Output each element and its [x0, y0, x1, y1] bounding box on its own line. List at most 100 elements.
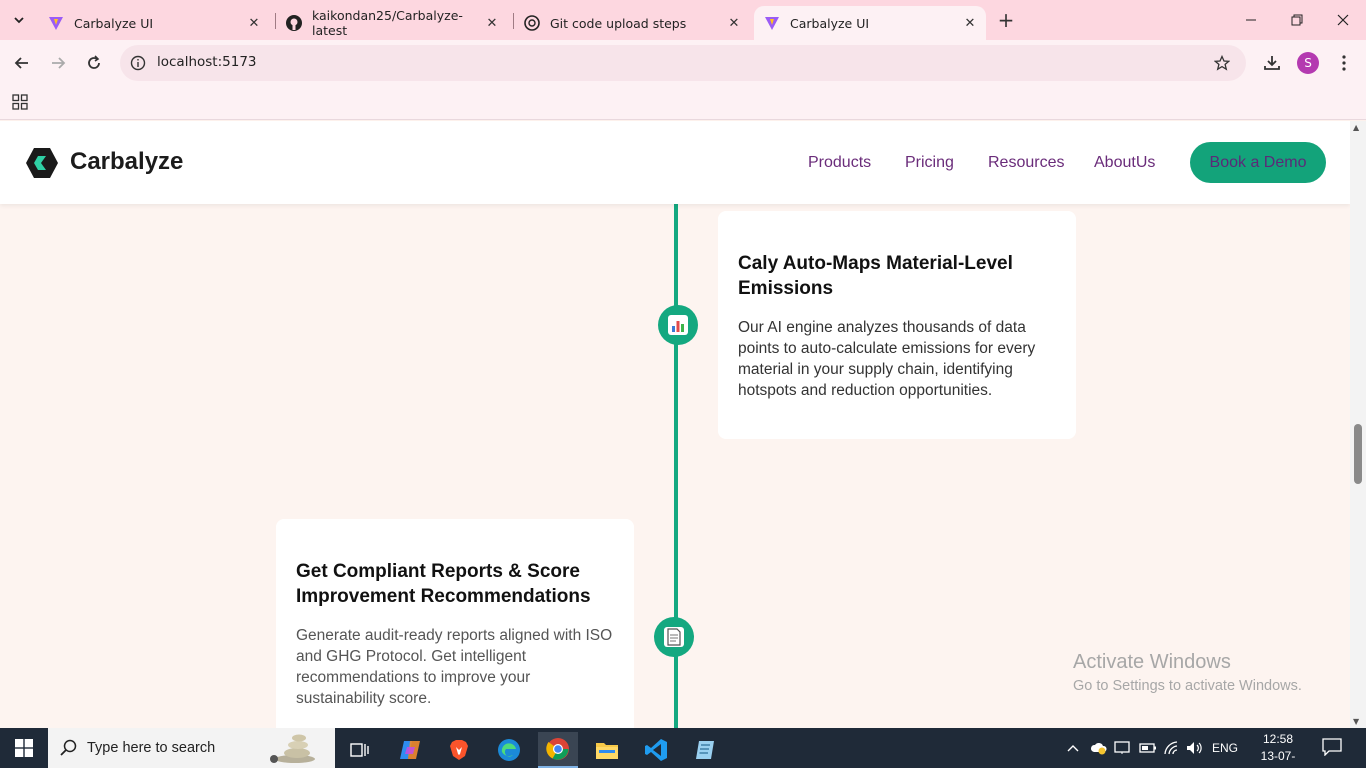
site-info-icon[interactable]: [128, 53, 148, 73]
bookmarks-bar: [0, 86, 1366, 120]
tab-title: Carbalyze UI: [74, 15, 154, 31]
clock-time: 12:58: [1262, 732, 1294, 746]
copilot-button[interactable]: [390, 732, 430, 768]
battery-tray-icon[interactable]: [1139, 728, 1157, 768]
browser-menu-button[interactable]: [1331, 50, 1357, 76]
card-title: Get Compliant Reports & Score Improvemen…: [296, 561, 591, 607]
close-icon: [1337, 14, 1349, 26]
close-tab-icon[interactable]: ✕: [484, 15, 500, 31]
watermark-subtitle: Go to Settings to activate Windows.: [1073, 678, 1302, 694]
vite-icon: [48, 15, 64, 31]
edge-browser-button[interactable]: [489, 732, 529, 768]
downloads-button[interactable]: [1259, 50, 1285, 76]
book-demo-button[interactable]: Book a Demo: [1190, 142, 1326, 183]
speaker-icon: [1187, 742, 1202, 754]
browser-tab-4-active[interactable]: Carbalyze UI ✕: [754, 6, 986, 40]
copilot-icon: [400, 741, 420, 759]
taskbar-clock[interactable]: 12:58 13-07-2025: [1250, 731, 1306, 768]
brand-name[interactable]: Carbalyze: [70, 148, 183, 176]
notepad-icon: [696, 741, 714, 759]
timeline-node: [654, 617, 694, 657]
notification-center-button[interactable]: [1322, 738, 1344, 758]
browser-tab-1[interactable]: Carbalyze UI ✕: [38, 6, 270, 40]
network-tray-icon[interactable]: [1164, 728, 1180, 768]
timeline-card: Caly Auto-Maps Material-Level Emissions …: [718, 211, 1076, 439]
start-button[interactable]: [0, 728, 48, 768]
chrome-browser-button[interactable]: [538, 732, 578, 768]
nav-products[interactable]: Products: [808, 154, 871, 172]
search-placeholder[interactable]: Type here to search: [87, 740, 215, 756]
bookmark-star-icon[interactable]: [1212, 53, 1232, 73]
scroll-up-arrow-icon[interactable]: ▲: [1353, 123, 1359, 132]
carbalyze-logo-icon[interactable]: [25, 147, 59, 179]
apps-grid-icon[interactable]: [10, 92, 30, 112]
stones-search-art-icon: [270, 734, 315, 763]
brave-lion-icon: [450, 740, 468, 760]
chevron-up-icon: [1067, 745, 1079, 752]
tab-title: kaikondan25/Carbalyze-latest: [312, 8, 463, 38]
windows-taskbar: Type here to search ENG 12:58 13-07-: [0, 728, 1366, 768]
tab-search-button[interactable]: [8, 9, 30, 31]
taskbar-search[interactable]: Type here to search: [48, 728, 335, 768]
onedrive-tray-icon[interactable]: [1090, 728, 1108, 768]
nav-pricing[interactable]: Pricing: [905, 154, 954, 172]
chatgpt-icon: [524, 15, 540, 31]
show-hidden-icons-button[interactable]: [1066, 728, 1080, 768]
browser-toolbar: localhost:5173: [0, 40, 1366, 86]
arrow-left-icon: [14, 57, 28, 69]
cloud-warning-icon: [1090, 742, 1107, 755]
chrome-icon: [546, 738, 569, 760]
meet-now-tray-icon[interactable]: [1114, 728, 1130, 768]
github-icon: [286, 15, 302, 31]
file-explorer-button[interactable]: [587, 732, 627, 768]
chevron-down-icon: [14, 17, 24, 24]
reload-icon: [88, 55, 100, 69]
url-text[interactable]: localhost:5173: [157, 54, 257, 70]
clock-date: 13-07-2025: [1260, 749, 1296, 768]
kebab-menu-icon: [1342, 55, 1346, 71]
tab-title: Git code upload steps: [550, 15, 687, 31]
back-button[interactable]: [9, 50, 35, 76]
page-viewport: Carbalyze Products Pricing Resources Abo…: [0, 121, 1350, 728]
windows-logo-icon: [15, 739, 33, 757]
timeline-node: [658, 305, 698, 345]
vscode-button[interactable]: [636, 732, 676, 768]
close-tab-icon[interactable]: ✕: [962, 15, 978, 31]
minimize-button[interactable]: [1228, 0, 1274, 40]
page-scrollbar[interactable]: ▲ ▼: [1350, 121, 1366, 728]
download-icon: [1264, 56, 1280, 70]
card-body: Our AI engine analyzes thousands of data…: [738, 319, 1036, 399]
battery-icon: [1139, 743, 1156, 753]
notification-icon: [1322, 738, 1342, 757]
reload-button[interactable]: [81, 50, 107, 76]
task-view-icon: [350, 743, 369, 757]
nav-resources[interactable]: Resources: [988, 154, 1064, 172]
scroll-down-arrow-icon[interactable]: ▼: [1353, 717, 1359, 726]
language-indicator[interactable]: ENG: [1212, 728, 1238, 768]
close-tab-icon[interactable]: ✕: [726, 15, 742, 31]
timeline-card: Get Compliant Reports & Score Improvemen…: [276, 519, 634, 728]
browser-tab-2[interactable]: kaikondan25/Carbalyze-latest ✕: [276, 6, 508, 40]
close-window-button[interactable]: [1320, 0, 1366, 40]
profile-avatar[interactable]: S: [1297, 52, 1319, 74]
close-tab-icon[interactable]: ✕: [246, 15, 262, 31]
vite-icon: [764, 15, 780, 31]
notepad-button[interactable]: [685, 732, 725, 768]
watermark-title: Activate Windows: [1073, 651, 1231, 673]
restore-button[interactable]: [1274, 0, 1320, 40]
browser-tab-3[interactable]: Git code upload steps ✕: [514, 6, 750, 40]
activate-windows-watermark: Activate Windows Go to Settings to activ…: [1073, 651, 1302, 694]
nav-aboutus[interactable]: AboutUs: [1094, 154, 1155, 172]
address-bar[interactable]: localhost:5173: [120, 45, 1246, 81]
volume-tray-icon[interactable]: [1186, 728, 1204, 768]
bar-chart-icon: [668, 315, 688, 335]
scrollbar-thumb[interactable]: [1354, 424, 1362, 484]
new-tab-button[interactable]: +: [995, 8, 1017, 32]
presentation-icon: [1114, 741, 1130, 754]
vscode-icon: [645, 739, 667, 761]
wifi-icon: [1164, 741, 1178, 755]
task-view-button[interactable]: [340, 732, 380, 768]
forward-button[interactable]: [45, 50, 71, 76]
arrow-right-icon: [52, 57, 66, 69]
brave-browser-button[interactable]: [439, 732, 479, 768]
